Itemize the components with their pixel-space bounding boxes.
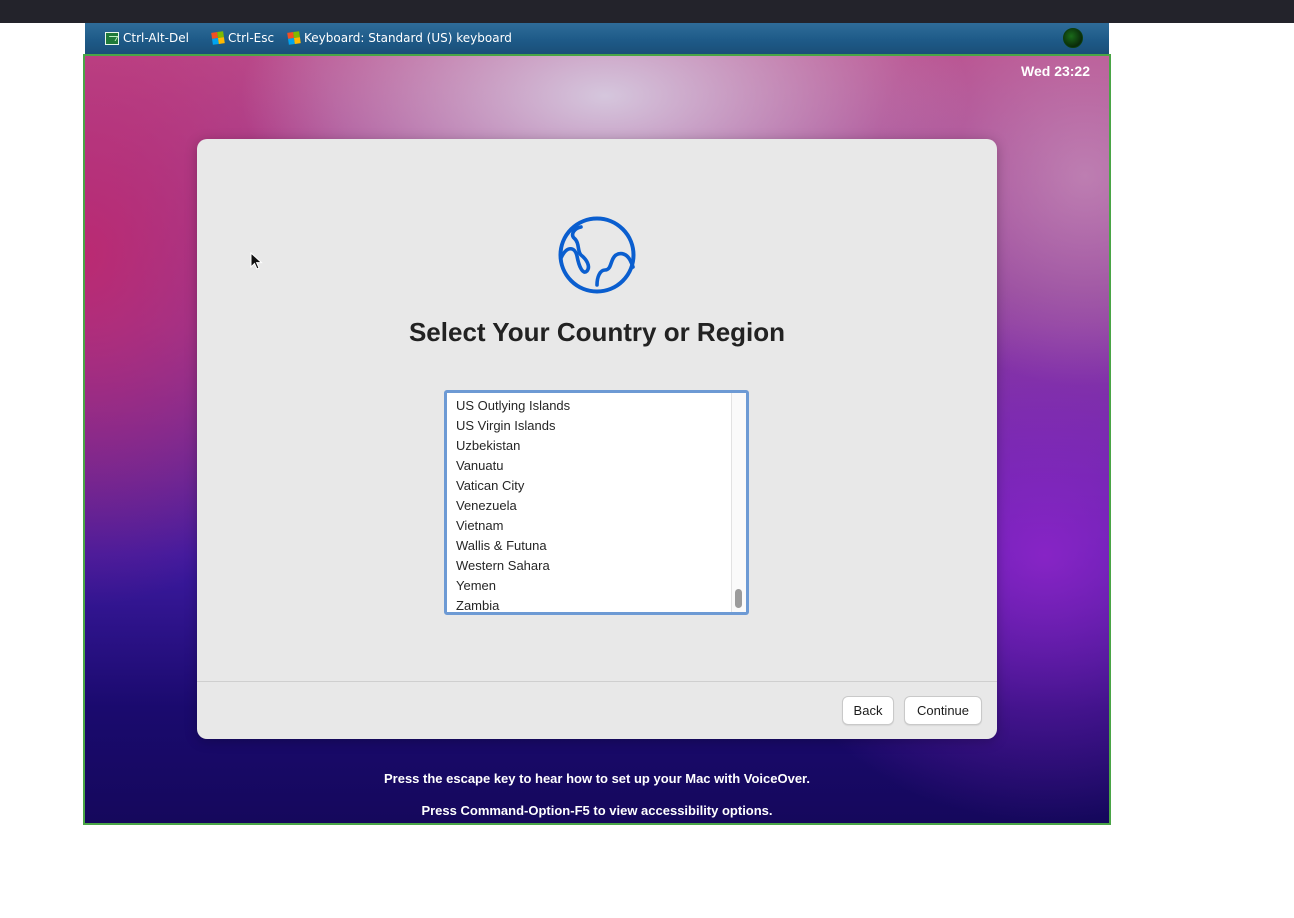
windows-logo-icon [211,31,225,45]
country-list-item[interactable]: Zambia [447,596,731,612]
country-list-items: US Outlying Islands US Virgin Islands Uzbe… [447,396,731,612]
country-list-item[interactable]: Vatican City [447,476,731,496]
vm-toolbar: Ctrl-Alt-Del Ctrl-Esc Keyboard: Standard… [85,23,1109,54]
country-list-item[interactable]: US Outlying Islands [447,396,731,416]
country-list-item[interactable]: Vietnam [447,516,731,536]
ctrl-esc-button[interactable]: Ctrl-Esc [211,31,275,45]
monitor-icon [105,31,119,45]
footer-divider [197,681,997,682]
voiceover-hint: Press the escape key to hear how to set … [383,771,811,786]
scrollbar-thumb[interactable] [735,589,742,608]
connection-status-icon [1063,28,1083,48]
vm-screen: Wed 23:22 Select Your Country or Region … [83,54,1111,825]
country-list[interactable]: US Outlying Islands US Virgin Islands Uzbe… [444,390,749,615]
list-scrollbar[interactable] [731,393,746,612]
back-button[interactable]: Back [842,696,894,725]
country-list-item[interactable]: Venezuela [447,496,731,516]
globe-icon [558,216,636,294]
country-list-item[interactable]: Yemen [447,576,731,596]
setup-assistant-window: Select Your Country or Region US Outlyin… [197,139,997,739]
country-list-item[interactable]: Western Sahara [447,556,731,576]
ctrl-alt-del-button[interactable]: Ctrl-Alt-Del [105,31,189,45]
mouse-pointer-icon [250,252,263,270]
country-list-item[interactable]: US Virgin Islands [447,416,731,436]
keyboard-layout-label: Keyboard: Standard (US) keyboard [304,31,512,45]
menubar-clock: Wed 23:22 [1021,63,1090,79]
ctrl-alt-del-label: Ctrl-Alt-Del [123,31,189,45]
ctrl-esc-label: Ctrl-Esc [228,31,275,45]
keyboard-layout-button[interactable]: Keyboard: Standard (US) keyboard [287,31,512,45]
country-list-item[interactable]: Wallis & Futuna [447,536,731,556]
host-top-bar [0,0,1294,23]
country-list-item[interactable]: Vanuatu [447,456,731,476]
continue-button[interactable]: Continue [904,696,982,725]
country-list-item[interactable]: Uzbekistan [447,436,731,456]
accessibility-hint: Press Command-Option-F5 to view accessib… [421,803,773,818]
page-title: Select Your Country or Region [408,317,786,347]
windows-logo-icon [287,31,301,45]
